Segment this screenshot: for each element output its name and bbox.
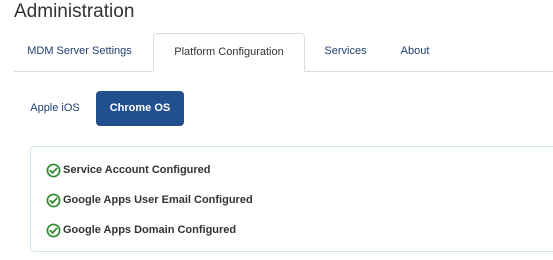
tab-about[interactable]: About — [386, 33, 444, 70]
status-label: Service Account Configured — [63, 164, 211, 176]
pill-chrome-os[interactable]: Chrome OS — [96, 91, 184, 126]
status-label: Google Apps Domain Configured — [63, 224, 237, 236]
admin-page: Administration MDM Server Settings Platf… — [0, 0, 553, 260]
status-item-service-account: Service Account Configured — [46, 161, 211, 179]
tab-services[interactable]: Services — [308, 33, 383, 70]
check-circle-icon — [46, 223, 61, 237]
tab-bar: MDM Server Settings Platform Configurati… — [14, 33, 553, 72]
tab-platform-configuration[interactable]: Platform Configuration — [153, 33, 305, 72]
check-circle-icon — [46, 163, 61, 177]
configuration-status-panel: Service Account Configured Google Apps U… — [30, 146, 553, 252]
status-label: Google Apps User Email Configured — [63, 194, 253, 206]
pill-apple-ios[interactable]: Apple iOS — [18, 91, 92, 126]
page-title: Administration — [14, 1, 135, 22]
check-circle-icon — [46, 193, 61, 207]
tab-mdm-server-settings[interactable]: MDM Server Settings — [14, 33, 145, 70]
status-item-user-email: Google Apps User Email Configured — [46, 191, 253, 209]
status-item-domain: Google Apps Domain Configured — [46, 221, 236, 239]
